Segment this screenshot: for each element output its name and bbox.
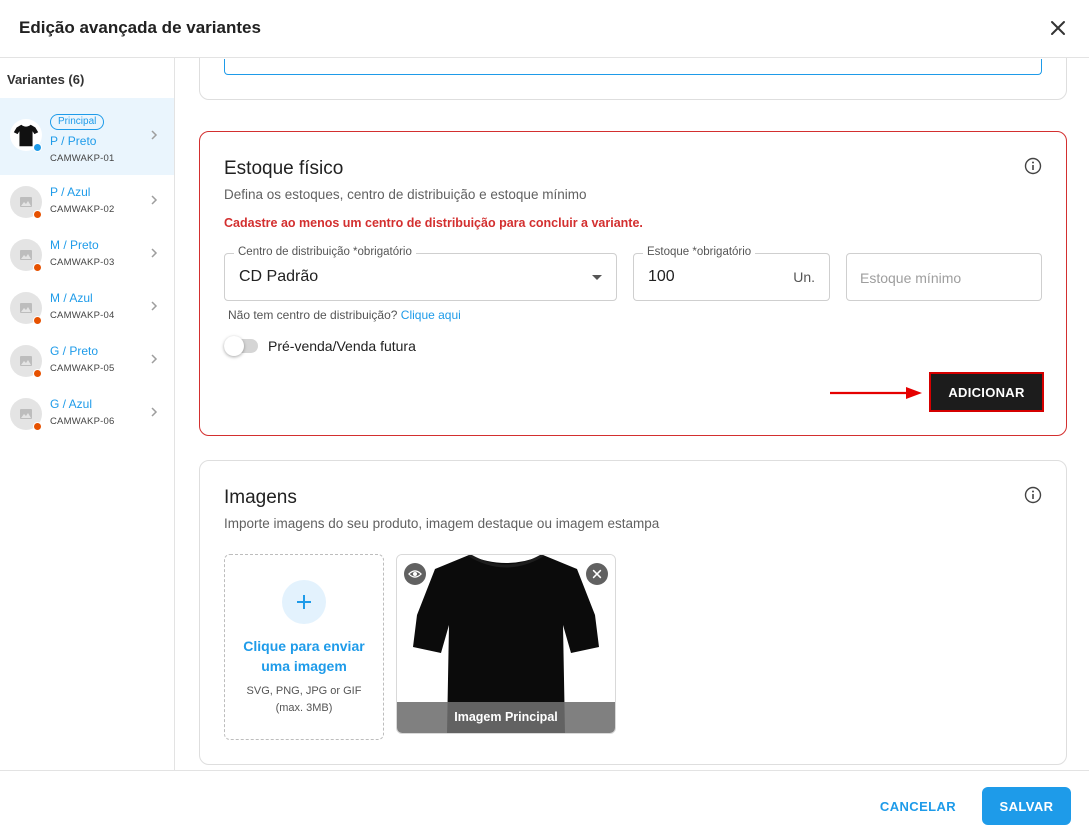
modal-title: Edição avançada de variantes (19, 18, 261, 37)
distribution-center-select[interactable]: Centro de distribuição *obrigatório CD P… (224, 246, 617, 301)
close-icon (1051, 21, 1065, 35)
stock-card: Estoque físico Defina os estoques, centr… (199, 131, 1067, 436)
variant-name: M / Azul (50, 291, 93, 305)
upload-plus-icon (282, 580, 326, 624)
eye-icon (408, 570, 422, 578)
status-dot (33, 369, 42, 378)
modal-footer: CANCELAR SALVAR (0, 770, 1089, 832)
minimum-stock-placeholder: Estoque mínimo (860, 270, 962, 286)
chevron-right-icon (151, 301, 158, 311)
variant-item-p-preto[interactable]: Principal P / Preto CAMWAKP-01 (0, 98, 174, 175)
images-card: Imagens Importe imagens do seu produto, … (199, 460, 1067, 765)
status-dot (33, 210, 42, 219)
variant-item-p-azul[interactable]: P / Azul CAMWAKP-02 (0, 175, 174, 228)
hint-text: Não tem centro de distribuição? (228, 308, 398, 322)
image-upload-dropzone[interactable]: Clique para enviar uma imagem SVG, PNG, … (224, 554, 384, 740)
variant-sku: CAMWAKP-01 (50, 153, 115, 164)
add-stock-button[interactable]: ADICIONAR (929, 372, 1044, 412)
cancel-button[interactable]: CANCELAR (870, 787, 966, 825)
chevron-right-icon (151, 195, 158, 205)
upload-label: Clique para enviar uma imagem (225, 636, 383, 676)
modal-header: Edição avançada de variantes (0, 0, 1089, 58)
variant-editor-content[interactable]: Estoque físico Defina os estoques, centr… (175, 58, 1089, 770)
presale-toggle[interactable] (224, 336, 258, 356)
close-icon (592, 569, 602, 579)
stock-quantity-input[interactable]: Estoque *obrigatório 100 Un. (633, 246, 830, 301)
variant-item-g-preto[interactable]: G / Preto CAMWAKP-05 (0, 334, 174, 387)
save-button[interactable]: SALVAR (982, 787, 1071, 825)
upload-hint-formats: SVG, PNG, JPG or GIF (246, 685, 362, 697)
variant-sku: CAMWAKP-05 (50, 363, 115, 374)
distribution-center-hint: Não tem centro de distribuição? Clique a… (228, 308, 461, 322)
info-icon[interactable] (1024, 157, 1042, 175)
chevron-right-icon (151, 130, 158, 140)
variants-sidebar: Variantes (6) Principal P / Preto CAMWAK… (0, 58, 175, 770)
distribution-center-value: CD Padrão (239, 268, 319, 285)
variant-name: P / Preto (50, 134, 97, 148)
variant-name: M / Preto (50, 238, 99, 252)
variants-modal: Edição avançada de variantes Variantes (… (0, 0, 1089, 832)
status-dot (33, 316, 42, 325)
variant-item-m-azul[interactable]: M / Azul CAMWAKP-04 (0, 281, 174, 334)
upload-label-line1: Clique para enviar (243, 638, 365, 654)
dropdown-arrow-icon (592, 275, 602, 280)
stock-title: Estoque físico (224, 158, 344, 179)
stock-error-message: Cadastre ao menos um centro de distribui… (224, 216, 643, 230)
variant-sku: CAMWAKP-06 (50, 416, 115, 427)
principal-badge: Principal (50, 114, 105, 130)
chevron-right-icon (151, 354, 158, 364)
upload-label-line2: uma imagem (261, 658, 347, 674)
images-subtitle: Importe imagens do seu produto, imagem d… (224, 516, 660, 531)
variant-name: G / Azul (50, 397, 93, 411)
variant-sku: CAMWAKP-03 (50, 257, 115, 268)
variant-sku: CAMWAKP-04 (50, 310, 115, 321)
chevron-right-icon (151, 407, 158, 417)
variant-item-m-preto[interactable]: M / Preto CAMWAKP-03 (0, 228, 174, 281)
close-button[interactable] (1047, 17, 1069, 39)
info-icon[interactable] (1024, 486, 1042, 504)
stock-subtitle: Defina os estoques, centro de distribuiç… (224, 187, 587, 202)
toggle-knob (224, 336, 244, 356)
stock-quantity-label: Estoque *obrigatório (643, 246, 756, 258)
stock-quantity-unit: Un. (793, 269, 815, 285)
variant-item-g-azul[interactable]: G / Azul CAMWAKP-06 (0, 387, 174, 440)
sidebar-title: Variantes (6) (7, 72, 85, 87)
image-placeholder-icon (20, 250, 32, 260)
status-dot (33, 263, 42, 272)
previous-section-input[interactable] (224, 59, 1042, 75)
image-placeholder-icon (20, 409, 32, 419)
distribution-center-label: Centro de distribuição *obrigatório (234, 246, 416, 258)
create-distribution-center-link[interactable]: Clique aqui (401, 308, 461, 322)
main-image-caption: Imagem Principal (397, 702, 615, 733)
upload-hint-size: (max. 3MB) (275, 702, 333, 714)
presale-label: Pré-venda/Venda futura (268, 338, 416, 354)
image-placeholder-icon (20, 197, 32, 207)
red-arrow-annotation-icon (830, 387, 922, 399)
main-image-card[interactable]: Imagem Principal (396, 554, 616, 734)
chevron-right-icon (151, 248, 158, 258)
remove-image-button[interactable] (586, 563, 608, 585)
minimum-stock-input[interactable]: Estoque mínimo (846, 253, 1042, 301)
upload-format-hint: SVG, PNG, JPG or GIF (max. 3MB) (225, 683, 383, 717)
variant-list: Principal P / Preto CAMWAKP-01 P / Azul … (0, 98, 174, 440)
images-title: Imagens (224, 487, 297, 508)
stock-quantity-value: 100 (648, 268, 675, 285)
image-placeholder-icon (20, 356, 32, 366)
image-placeholder-icon (20, 303, 32, 313)
status-dot (33, 422, 42, 431)
variant-sku: CAMWAKP-02 (50, 204, 115, 215)
previous-section-card (199, 58, 1067, 100)
preview-image-button[interactable] (404, 563, 426, 585)
variant-name: P / Azul (50, 185, 91, 199)
status-dot (33, 143, 42, 152)
variant-name: G / Preto (50, 344, 99, 358)
